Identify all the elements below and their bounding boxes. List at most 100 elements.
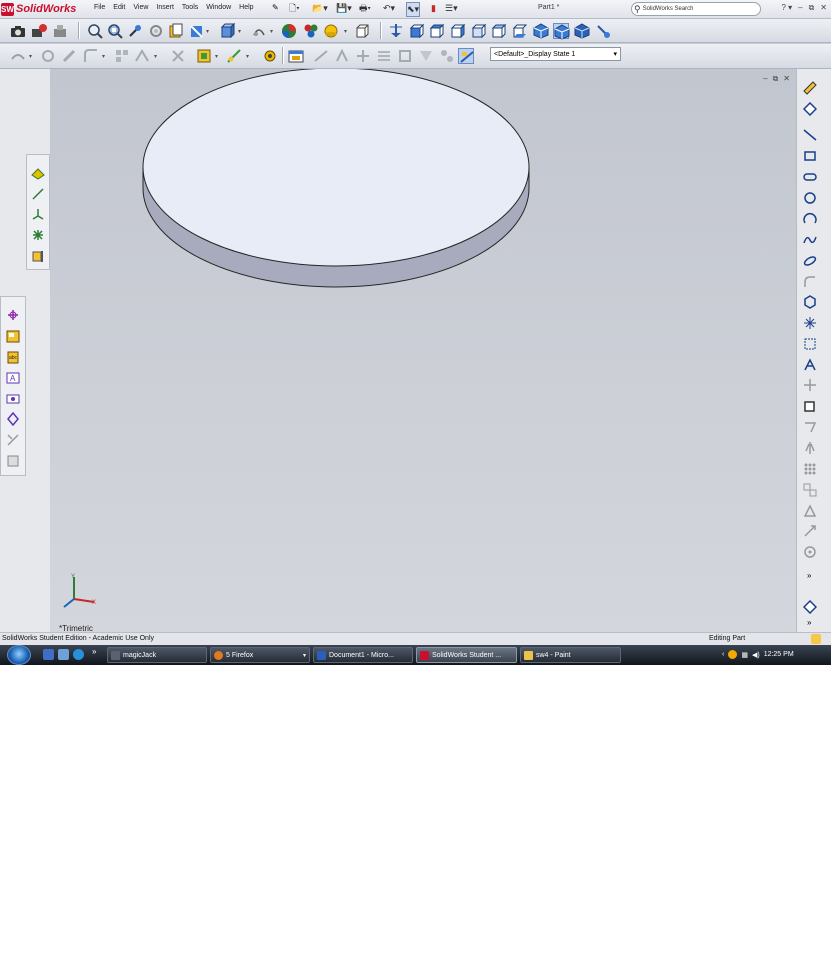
part-model[interactable]: [50, 69, 796, 632]
mate-reference-icon[interactable]: [31, 249, 45, 263]
dimension-bottom-icon[interactable]: [803, 600, 817, 614]
view-selector-icon[interactable]: [595, 23, 611, 39]
apply-scene-icon[interactable]: [303, 23, 319, 39]
sketch-block-icon[interactable]: abc: [6, 350, 20, 364]
taskbar-clock[interactable]: 12:25 PM: [764, 651, 794, 658]
trimetric-view-icon[interactable]: [553, 23, 570, 40]
smart-dimension-icon[interactable]: [803, 102, 817, 116]
ellipse-icon[interactable]: [803, 254, 817, 268]
menu-edit[interactable]: Edit: [109, 3, 129, 12]
open-document-icon[interactable]: 📂▾: [312, 2, 328, 15]
quicklaunch-expand-icon[interactable]: »: [92, 647, 103, 658]
dropdown-arrow-icon[interactable]: ▾: [238, 28, 241, 35]
options-icon[interactable]: ☰▾: [445, 2, 458, 15]
view-orientation-icon[interactable]: [220, 23, 236, 39]
trim-icon[interactable]: [803, 378, 817, 392]
convert-entities-icon[interactable]: [376, 48, 392, 64]
mirror-entities-icon[interactable]: [418, 48, 434, 64]
realview-icon[interactable]: [323, 23, 339, 39]
quick-snaps-icon[interactable]: [803, 524, 817, 538]
menu-help[interactable]: Help: [235, 3, 257, 12]
stop-record-icon[interactable]: [52, 23, 68, 39]
show-desktop-icon[interactable]: [43, 649, 54, 660]
3d-sketch-icon[interactable]: [6, 308, 20, 322]
rectangle-icon[interactable]: [803, 149, 817, 163]
point-sketch-icon[interactable]: [803, 316, 817, 330]
record-icon[interactable]: [31, 23, 47, 39]
fillet-icon[interactable]: [83, 48, 99, 64]
convert-icon[interactable]: [803, 399, 817, 413]
tile-viewport-icon[interactable]: ⧉: [773, 74, 779, 84]
hide-show-items-icon[interactable]: [354, 23, 370, 39]
sketch-fillet-icon[interactable]: [334, 48, 350, 64]
spline-icon[interactable]: [803, 233, 817, 247]
instant3d-icon[interactable]: [262, 48, 278, 64]
section-view-icon[interactable]: [189, 23, 205, 39]
rebuild-status-icon[interactable]: [811, 634, 821, 644]
shell-icon[interactable]: [170, 48, 186, 64]
select-icon[interactable]: ⬉▾: [406, 2, 421, 17]
network-icon[interactable]: ▦: [741, 651, 748, 659]
normal-to-icon[interactable]: [388, 23, 404, 39]
undo-icon[interactable]: ↶▾: [383, 2, 395, 15]
task-magicjack[interactable]: magicJack: [107, 647, 207, 663]
curves-icon[interactable]: [226, 48, 242, 64]
pattern-icon[interactable]: [114, 48, 130, 64]
isometric-view-icon[interactable]: [533, 23, 549, 39]
task-solidworks[interactable]: SolidWorks Student ...: [416, 647, 517, 663]
coordinate-system-icon[interactable]: [31, 207, 45, 221]
close-icon[interactable]: ✕: [820, 3, 827, 13]
trim-entities-icon[interactable]: [355, 48, 371, 64]
dropdown-arrow-icon[interactable]: ▾: [206, 28, 209, 35]
top-view-icon[interactable]: [491, 23, 507, 39]
zoom-to-area-icon[interactable]: [107, 23, 123, 39]
pin-menu-icon[interactable]: ✎: [272, 3, 279, 12]
dropdown-arrow-icon[interactable]: ▾: [215, 53, 218, 60]
rotate-view-icon[interactable]: [148, 23, 164, 39]
print-icon[interactable]: 🖶▾: [359, 2, 371, 15]
front-view-icon[interactable]: [409, 23, 425, 39]
right-view-icon[interactable]: [471, 23, 487, 39]
search-box[interactable]: ⚲ SolidWorks Search: [631, 2, 761, 16]
sketch-picture-icon[interactable]: [6, 329, 20, 343]
dropdown-arrow-icon[interactable]: ▾: [102, 53, 105, 60]
fillet-sketch-icon[interactable]: [803, 275, 817, 289]
dropdown-arrow-icon[interactable]: ▾: [344, 28, 347, 35]
solidworks-logo[interactable]: SW SolidWorks: [1, 1, 76, 17]
point-icon[interactable]: [31, 228, 45, 242]
back-view-icon[interactable]: [429, 23, 445, 39]
slot-icon[interactable]: [803, 170, 817, 184]
plane-sketch-icon[interactable]: [803, 337, 817, 351]
display-state-select[interactable]: <Default>_Display State 1 ▾: [490, 47, 621, 61]
sketch-icon[interactable]: [288, 48, 304, 64]
make-block-icon[interactable]: [6, 412, 20, 426]
edit-appearance-icon[interactable]: [281, 23, 297, 39]
expand-toolbar-icon[interactable]: »: [807, 618, 821, 632]
internet-explorer-icon[interactable]: [73, 649, 84, 660]
task-paint[interactable]: sw4 - Paint: [520, 647, 621, 663]
layout-icon[interactable]: [6, 392, 20, 406]
zoom-to-fit-icon[interactable]: [87, 23, 103, 39]
task-word-document[interactable]: Document1 - Micro...: [313, 647, 413, 663]
task-firefox[interactable]: 5 Firefox ▾: [210, 647, 310, 663]
linear-pattern-icon[interactable]: [439, 48, 455, 64]
repair-sketch-icon[interactable]: [6, 433, 20, 447]
offset-entities-icon[interactable]: [397, 48, 413, 64]
extrude-icon[interactable]: [10, 48, 26, 64]
minimize-viewport-icon[interactable]: –: [763, 74, 767, 84]
plane-icon[interactable]: [31, 166, 45, 180]
graphics-area[interactable]: – ⧉ ✕ Y X *Trimetric: [50, 69, 796, 633]
smart-dimension-icon[interactable]: [313, 48, 329, 64]
tray-notification-icon[interactable]: [728, 650, 738, 659]
rapid-sketch-icon[interactable]: [803, 545, 817, 559]
dimetric-view-icon[interactable]: [574, 23, 590, 39]
check-sketch-icon[interactable]: [6, 454, 20, 468]
menu-file[interactable]: File: [90, 3, 109, 12]
close-viewport-icon[interactable]: ✕: [783, 74, 790, 84]
dropdown-arrow-icon[interactable]: ▾: [270, 28, 273, 35]
menu-tools[interactable]: Tools: [178, 3, 202, 12]
dropdown-arrow-icon[interactable]: ▾: [246, 53, 249, 60]
line-icon[interactable]: [803, 128, 817, 142]
volume-icon[interactable]: ◀): [752, 651, 760, 659]
camera-icon[interactable]: [10, 23, 26, 39]
